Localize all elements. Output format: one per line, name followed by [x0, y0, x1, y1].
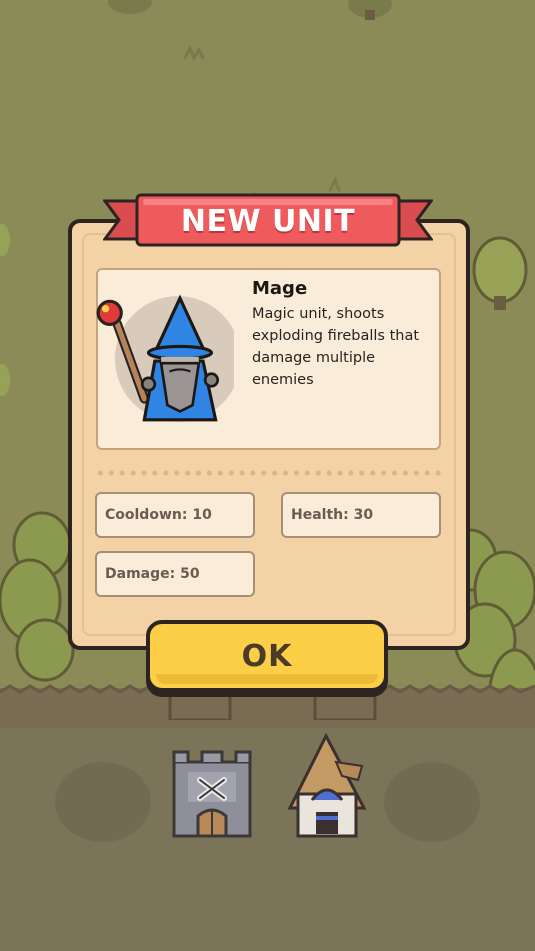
barracks-castle-icon[interactable] [168, 748, 256, 840]
mage-wizard-icon [96, 294, 234, 422]
ground [0, 728, 535, 951]
stat-cooldown: Cooldown: 10 [95, 492, 255, 538]
empty-slot[interactable] [384, 762, 480, 842]
unit-description: Magic unit, shoots exploding fireballs t… [252, 306, 420, 388]
empty-slot[interactable] [55, 762, 151, 842]
tree-icon [108, 0, 392, 20]
unit-name: Mage [252, 278, 308, 299]
tree-icon [472, 236, 528, 310]
mage-house-icon[interactable] [286, 732, 368, 840]
dotted-divider [95, 470, 445, 476]
ok-button-label: OK [241, 638, 293, 674]
ok-button[interactable]: OK [146, 620, 388, 692]
popup-title: NEW UNIT [180, 203, 356, 239]
stat-health: Health: 30 [281, 492, 441, 538]
stat-damage: Damage: 50 [95, 551, 255, 597]
forest-left [0, 511, 75, 682]
